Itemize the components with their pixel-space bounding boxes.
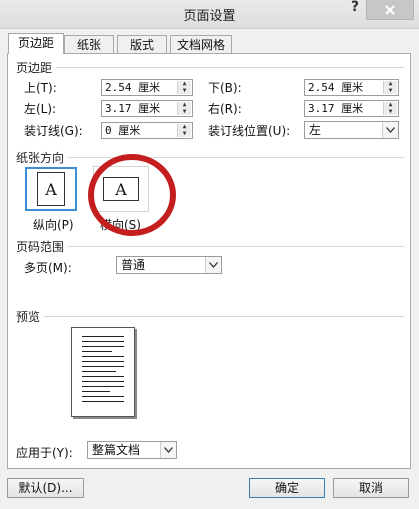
orientation-section-title: 纸张方向	[16, 151, 65, 165]
bottom-margin-input[interactable]: 2.54 厘米 ▲ ▼	[304, 79, 399, 96]
tab-layout[interactable]: 版式	[117, 35, 167, 53]
left-margin-input[interactable]: 3.17 厘米 ▲ ▼	[101, 100, 193, 117]
spin-down-icon[interactable]: ▼	[384, 87, 397, 94]
top-margin-label: 上(T):	[24, 81, 57, 95]
spin-down-icon[interactable]: ▼	[178, 130, 191, 137]
left-margin-stepper[interactable]: ▲ ▼	[177, 102, 191, 115]
preview-section-title: 预览	[16, 310, 41, 324]
preview-page-thumbnail	[71, 327, 135, 417]
right-margin-label: 右(R):	[208, 102, 242, 116]
highlight-circle	[88, 154, 176, 236]
bottom-margin-value: 2.54 厘米	[308, 81, 364, 94]
help-button[interactable]: ?	[351, 0, 359, 15]
gutter-stepper[interactable]: ▲ ▼	[177, 124, 191, 137]
spin-down-icon[interactable]: ▼	[178, 108, 191, 115]
gutter-position-value: 左	[309, 123, 322, 137]
spin-down-icon[interactable]: ▼	[384, 108, 397, 115]
multiple-pages-label: 多页(M):	[24, 261, 72, 275]
bottom-margin-label: 下(B):	[208, 81, 242, 95]
right-margin-stepper[interactable]: ▲ ▼	[383, 102, 397, 115]
pages-section-title: 页码范围	[16, 240, 65, 254]
portrait-page-icon: A	[37, 172, 65, 206]
right-margin-value: 3.17 厘米	[308, 102, 364, 115]
gutter-position-label: 装订线位置(U):	[208, 124, 291, 138]
left-margin-value: 3.17 厘米	[105, 102, 161, 115]
tab-doc-grid[interactable]: 文档网格	[170, 35, 232, 53]
portrait-glyph: A	[45, 179, 57, 199]
left-margin-label: 左(L):	[24, 102, 57, 116]
gutter-value: 0 厘米	[105, 124, 141, 137]
pages-divider	[68, 246, 404, 247]
chevron-down-icon[interactable]	[160, 442, 176, 458]
margins-section-title: 页边距	[16, 61, 53, 75]
chevron-down-icon[interactable]	[205, 257, 221, 273]
apply-to-label: 应用于(Y):	[16, 446, 73, 460]
top-margin-value: 2.54 厘米	[105, 81, 161, 94]
cancel-button[interactable]: 取消	[333, 478, 409, 498]
apply-to-select[interactable]: 整篇文档	[87, 441, 177, 459]
top-margin-input[interactable]: 2.54 厘米 ▲ ▼	[101, 79, 193, 96]
gutter-label: 装订线(G):	[24, 124, 83, 138]
multiple-pages-value: 普通	[121, 258, 146, 272]
top-margin-stepper[interactable]: ▲ ▼	[177, 81, 191, 94]
close-button[interactable]	[366, 0, 414, 20]
tab-margins[interactable]: 页边距	[8, 33, 64, 54]
chevron-down-icon[interactable]	[382, 122, 398, 138]
apply-to-value: 整篇文档	[92, 443, 141, 457]
bottom-margin-stepper[interactable]: ▲ ▼	[383, 81, 397, 94]
preview-divider	[44, 316, 404, 317]
tab-paper[interactable]: 纸张	[64, 35, 114, 53]
portrait-option[interactable]: A	[25, 167, 77, 211]
spin-down-icon[interactable]: ▼	[178, 87, 191, 94]
portrait-label[interactable]: 纵向(P)	[33, 216, 74, 233]
right-margin-input[interactable]: 3.17 厘米 ▲ ▼	[304, 100, 399, 117]
gutter-input[interactable]: 0 厘米 ▲ ▼	[101, 122, 193, 139]
margins-divider	[56, 67, 404, 68]
multiple-pages-select[interactable]: 普通	[116, 256, 222, 274]
ok-button[interactable]: 确定	[249, 478, 325, 498]
close-icon	[385, 4, 395, 15]
gutter-position-select[interactable]: 左	[304, 121, 399, 139]
set-default-button[interactable]: 默认(D)...	[7, 478, 84, 498]
